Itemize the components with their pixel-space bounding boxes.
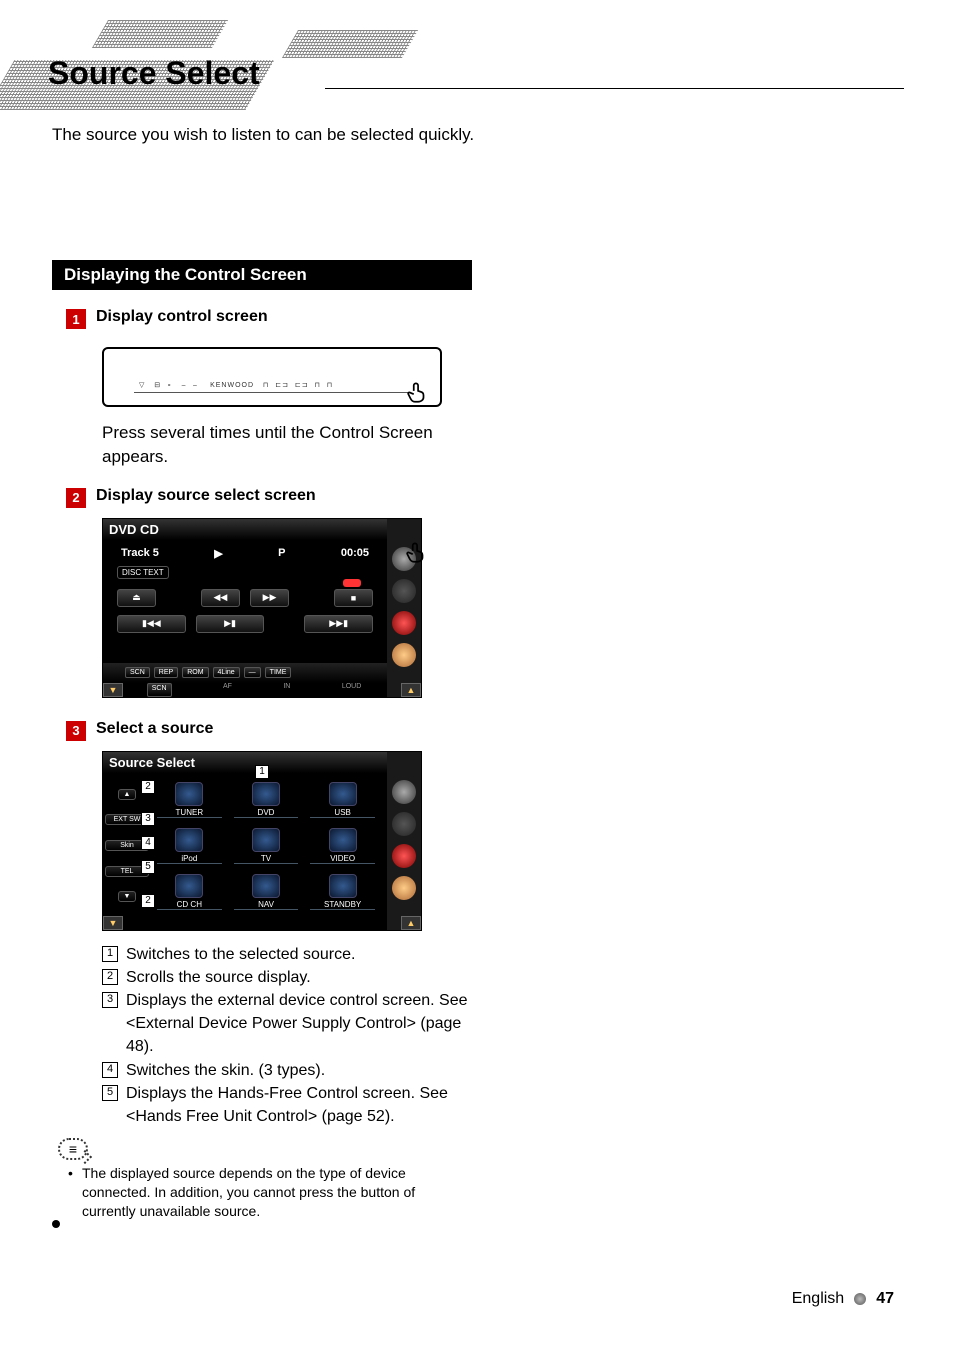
- blank-tab[interactable]: —: [244, 667, 261, 678]
- p-indicator: P: [278, 547, 285, 560]
- device-brand: ▽ ⊟ ∘ ⌢ ⌢ KENWOOD ⊓ ⊏⊐ ⊏⊐ ⊓ ⊓: [139, 381, 405, 390]
- step-number: 1: [66, 309, 86, 329]
- play-icon: ▶: [214, 547, 222, 560]
- callout-text: Switches the skin. (3 types).: [126, 1059, 472, 1082]
- callout-num: 4: [102, 1062, 118, 1078]
- rom-tab[interactable]: ROM: [182, 667, 208, 678]
- footer-dot-icon: [854, 1293, 866, 1305]
- callout-text: Displays the Hands-Free Control screen. …: [126, 1082, 472, 1128]
- corner-down-button[interactable]: ▼: [103, 683, 123, 697]
- step-number: 2: [66, 488, 86, 508]
- title-rule: [325, 88, 904, 89]
- device-figure: ▽ ⊟ ∘ ⌢ ⌢ KENWOOD ⊓ ⊏⊐ ⊏⊐ ⊓ ⊓: [102, 347, 442, 407]
- corner-up-button[interactable]: ▲: [401, 683, 421, 697]
- side-icon[interactable]: [392, 643, 416, 667]
- time-tab[interactable]: TIME: [265, 667, 292, 678]
- rep-tab[interactable]: REP: [154, 667, 178, 678]
- side-icon[interactable]: [392, 844, 416, 868]
- fastfwd-button[interactable]: ▶▶: [250, 589, 289, 607]
- callout-5: 5: [141, 860, 155, 874]
- step-1: 1 Display control screen: [66, 308, 472, 329]
- bullet-icon: •: [68, 1164, 76, 1221]
- callout-text: Displays the external device control scr…: [126, 989, 472, 1059]
- in-indicator: IN: [283, 683, 290, 697]
- section-heading: Displaying the Control Screen: [52, 260, 472, 290]
- loud-indicator: LOUD: [342, 683, 361, 697]
- nav-source-button[interactable]: NAV: [234, 872, 299, 912]
- callout-text: Switches to the selected source.: [126, 943, 472, 966]
- elapsed-time: 00:05: [341, 547, 369, 560]
- page: Source Select The source you wish to lis…: [0, 0, 954, 1354]
- callout-num: 3: [102, 992, 118, 1008]
- step-title: Display source select screen: [96, 487, 316, 505]
- step-2: 2 Display source select screen: [66, 487, 472, 508]
- callout-list: 1 Switches to the selected source. 2 Scrol…: [102, 943, 472, 1129]
- dvd-source-button[interactable]: DVD: [234, 780, 299, 820]
- step-title: Display control screen: [96, 308, 268, 326]
- step-1-body: Press several times until the Control Sc…: [102, 421, 472, 469]
- eject-button[interactable]: ⏏: [117, 589, 156, 607]
- scroll-down-button[interactable]: ▼: [118, 891, 136, 902]
- corner-up-button[interactable]: ▲: [401, 916, 421, 930]
- shot-title: Source Select: [109, 755, 195, 770]
- corner-down-button[interactable]: ▼: [103, 916, 123, 930]
- ipod-source-button[interactable]: iPod: [157, 826, 222, 866]
- callout-3: 3: [141, 812, 155, 826]
- callout-num: 1: [102, 946, 118, 962]
- track-label: Track 5: [121, 547, 159, 560]
- left-column: Displaying the Control Screen 1 Display …: [52, 260, 472, 1221]
- next-button[interactable]: ▶▶▮: [304, 615, 373, 633]
- side-icon[interactable]: [392, 780, 416, 804]
- control-screen-figure: DVD CD 10:10 Track 5 ▶ P 00:05 DISC TEXT: [102, 518, 422, 698]
- callout-num: 5: [102, 1085, 118, 1101]
- source-select-figure: Source Select 10:10 ▲ EXT SW Skin TEL ▼ …: [102, 751, 422, 931]
- side-icon[interactable]: [392, 611, 416, 635]
- side-icon[interactable]: [392, 812, 416, 836]
- prev-button[interactable]: ▮◀◀: [117, 615, 186, 633]
- callout-2: 2: [141, 780, 155, 794]
- decor-hatch: [282, 30, 418, 58]
- step-number: 3: [66, 721, 86, 741]
- af-indicator: AF: [223, 683, 232, 697]
- disc-text-button[interactable]: DISC TEXT: [117, 566, 169, 579]
- scn2-tab[interactable]: SCN: [147, 683, 172, 697]
- callout-1: 1: [255, 765, 269, 779]
- standby-source-button[interactable]: STANDBY: [310, 872, 375, 912]
- note-text: The displayed source depends on the type…: [82, 1164, 472, 1221]
- decor-dot: [52, 1220, 60, 1228]
- decor-hatch: [92, 20, 228, 48]
- footer-lang: English: [792, 1290, 844, 1308]
- page-footer: English 47: [792, 1290, 894, 1308]
- tv-source-button[interactable]: TV: [234, 826, 299, 866]
- usb-source-button[interactable]: USB: [310, 780, 375, 820]
- rewind-button[interactable]: ◀◀: [201, 589, 240, 607]
- video-source-button[interactable]: VIDEO: [310, 826, 375, 866]
- shot-title: DVD CD: [109, 522, 159, 537]
- side-icon[interactable]: [392, 876, 416, 900]
- step-title: Select a source: [96, 720, 213, 738]
- touch-icon: [403, 539, 429, 571]
- playpause-button[interactable]: ▶▮: [196, 615, 265, 633]
- scroll-up-button[interactable]: ▲: [118, 789, 136, 800]
- stop-button[interactable]: ■: [334, 589, 373, 607]
- page-number: 47: [876, 1290, 894, 1308]
- page-title: Source Select: [48, 55, 260, 92]
- sidebar: [387, 752, 421, 930]
- side-icon[interactable]: [392, 579, 416, 603]
- callout-4: 4: [141, 836, 155, 850]
- indicator: [343, 579, 361, 587]
- tuner-source-button[interactable]: TUNER: [157, 780, 222, 820]
- touch-icon: [404, 379, 430, 411]
- callout-2: 2: [141, 894, 155, 908]
- callout-num: 2: [102, 969, 118, 985]
- step-3: 3 Select a source: [66, 720, 472, 741]
- scn-tab[interactable]: SCN: [125, 667, 150, 678]
- intro-text: The source you wish to listen to can be …: [52, 125, 474, 145]
- note-list: •The displayed source depends on the typ…: [68, 1164, 472, 1221]
- callout-text: Scrolls the source display.: [126, 966, 472, 989]
- cdch-source-button[interactable]: CD CH: [157, 872, 222, 912]
- fourline-tab[interactable]: 4Line: [213, 667, 240, 678]
- note-icon: [58, 1138, 88, 1160]
